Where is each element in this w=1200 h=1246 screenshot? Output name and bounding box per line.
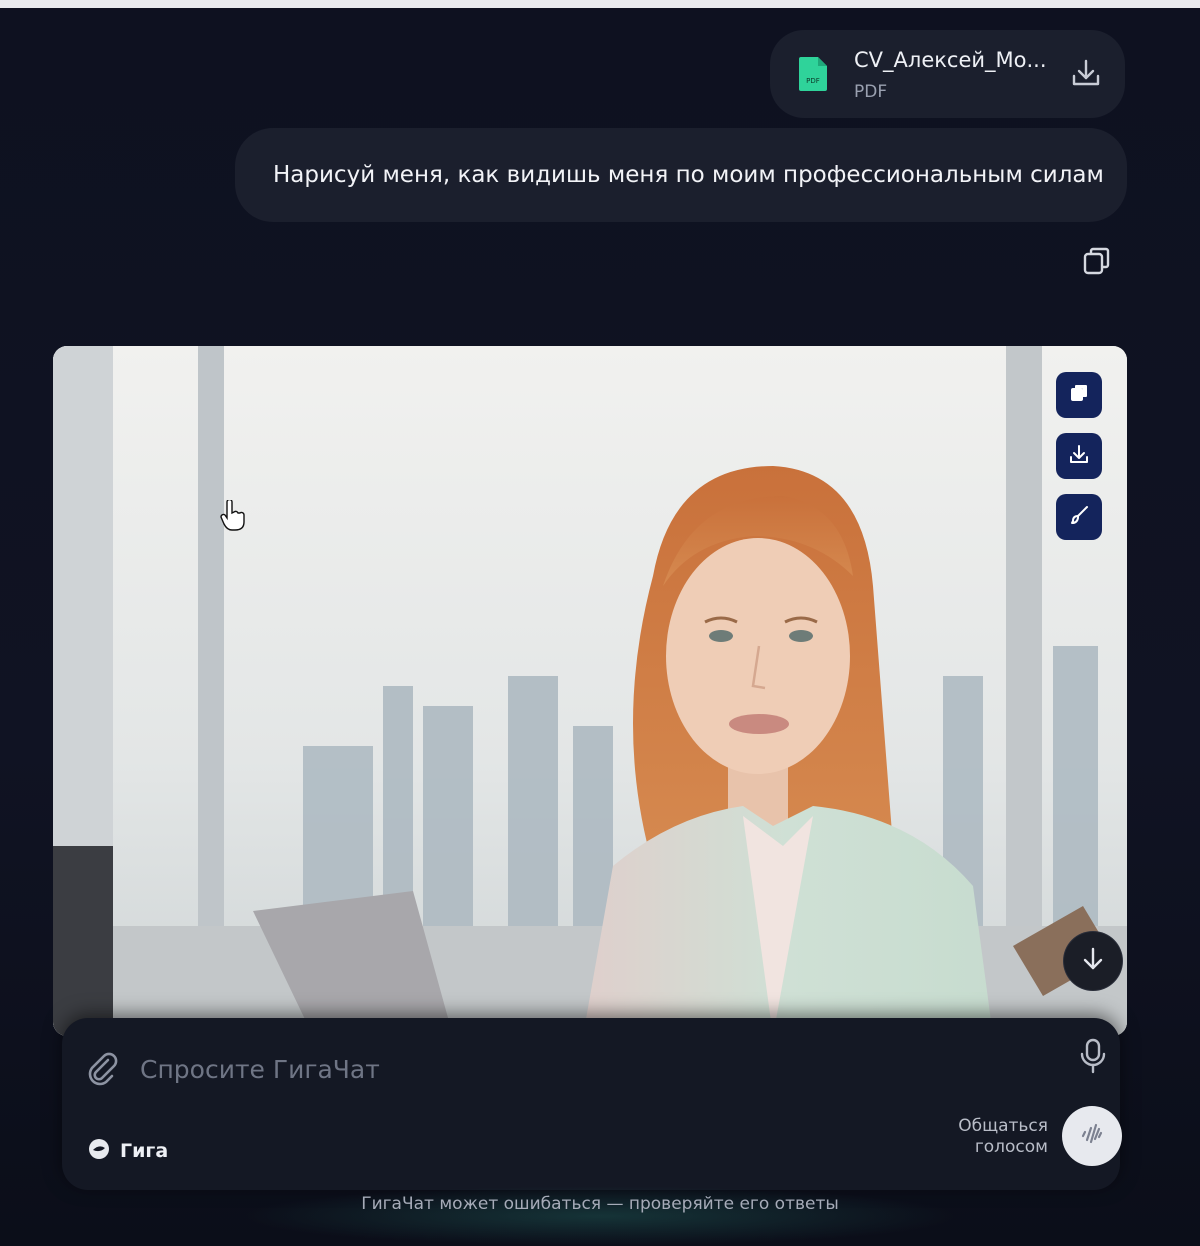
browser-top-edge: [0, 0, 1200, 8]
edit-brush-icon: [1068, 504, 1090, 530]
pdf-file-icon: PDF: [798, 56, 828, 92]
generated-image[interactable]: [53, 346, 1127, 1036]
download-icon[interactable]: [1069, 56, 1103, 90]
message-composer: [62, 1018, 1120, 1190]
giga-logo-icon: [88, 1138, 110, 1164]
voice-chat-label: Общаться голосом: [930, 1116, 1048, 1158]
voice-label-line2: голосом: [974, 1137, 1048, 1157]
image-download-button[interactable]: [1056, 433, 1102, 479]
copy-icon: [1068, 382, 1090, 408]
user-message-bubble: Нарисуй меня, как видишь меня по моим пр…: [235, 128, 1127, 222]
user-message-text: Нарисуй меня, как видишь меня по моим пр…: [273, 162, 1104, 188]
model-selector[interactable]: Гига: [88, 1136, 168, 1166]
pdf-badge: PDF: [806, 77, 820, 85]
model-label: Гига: [120, 1140, 169, 1162]
microphone-icon[interactable]: [1078, 1038, 1108, 1074]
attachment-file-name: CV_Алексей_Мо...: [854, 48, 1047, 72]
download-icon: [1068, 443, 1090, 469]
voice-chat-button[interactable]: [1062, 1106, 1122, 1166]
prompt-input[interactable]: [140, 1046, 1040, 1092]
paperclip-icon[interactable]: [84, 1050, 120, 1086]
attachment-file-type: PDF: [854, 82, 888, 102]
hand-cursor-icon: [220, 498, 246, 532]
image-copy-button[interactable]: [1056, 372, 1102, 418]
scroll-to-bottom-button[interactable]: [1064, 932, 1122, 990]
voice-label-line1: Общаться: [958, 1116, 1048, 1136]
image-actions: [1056, 372, 1102, 540]
attachment-card[interactable]: PDF CV_Алексей_Мо... PDF: [770, 30, 1125, 118]
arrow-down-icon: [1080, 946, 1106, 976]
soundwave-icon: [1077, 1119, 1107, 1153]
image-edit-button[interactable]: [1056, 494, 1102, 540]
copy-icon[interactable]: [1080, 244, 1114, 278]
disclaimer-text: ГигаЧат может ошибаться — проверяйте его…: [361, 1194, 839, 1214]
